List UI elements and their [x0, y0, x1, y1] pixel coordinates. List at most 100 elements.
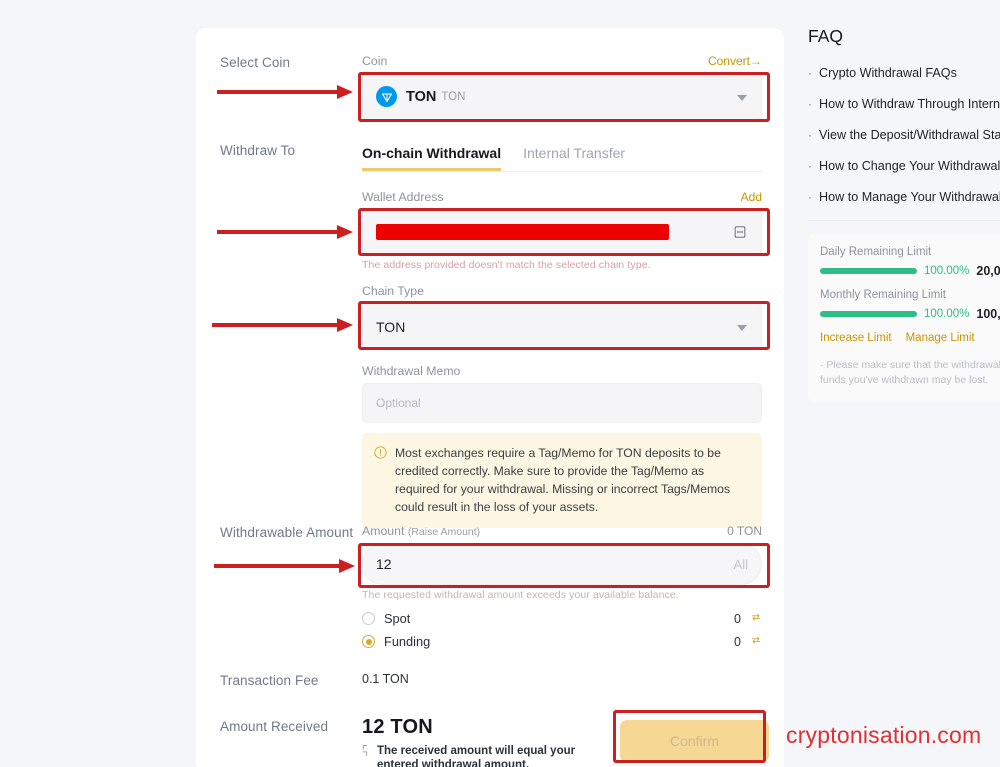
withdraw-mode-tabs: On-chain Withdrawal Internal Transfer	[362, 145, 762, 172]
arrow-right-icon: →	[750, 54, 762, 68]
faq-item-label: How to Manage Your Withdrawal Ac	[819, 190, 1000, 204]
daily-limit-bar	[820, 268, 917, 274]
refresh-icon[interactable]	[750, 611, 762, 626]
chain-type-value: TON	[376, 318, 406, 335]
limits-note-line-1: · Please make sure that the withdrawal a…	[820, 359, 1000, 371]
transaction-fee-value: 0.1 TON	[362, 672, 409, 686]
chain-type-label: Chain Type	[362, 284, 424, 298]
amount-input[interactable]: 12 All	[362, 543, 762, 585]
limits-card: Daily Remaining Limit 100.00% 20,00 Mont…	[808, 234, 1000, 402]
label-select-coin: Select Coin	[220, 55, 291, 70]
warning-icon	[374, 446, 387, 516]
bullet-icon: ·	[808, 190, 812, 204]
amount-sub-label: (Raise Amount)	[407, 526, 481, 538]
limits-note: · Please make sure that the withdrawal a…	[820, 358, 1000, 388]
bullet-icon: ·	[808, 66, 812, 80]
faq-item-label: How to Change Your Withdrawal Lir	[819, 159, 1000, 173]
limits-note-line-2: funds you've withdrawn may be lost.	[820, 374, 989, 386]
clipboard-paste-icon[interactable]	[733, 225, 747, 239]
bullet-icon: ·	[808, 159, 812, 173]
daily-limit-row: 100.00% 20,00	[820, 264, 1000, 278]
wallet-address-field: Wallet Address Add The address provided …	[362, 190, 762, 271]
faq-item-label: Crypto Withdrawal FAQs	[819, 66, 957, 80]
watermark: cryptonisation.com	[786, 722, 982, 748]
monthly-limit-row: 100.00% 100,0	[820, 307, 1000, 321]
bullet-icon: ·	[808, 97, 812, 111]
monthly-limit-value: 100,0	[976, 307, 1000, 321]
balance-source-spot-label: Spot	[384, 611, 411, 626]
monthly-limit-bar	[820, 311, 917, 317]
label-withdraw-to: Withdraw To	[220, 143, 296, 158]
amount-error: The requested withdrawal amount exceeds …	[362, 589, 679, 601]
return-arrow-icon	[362, 744, 373, 767]
coin-field-label: Coin	[362, 54, 388, 68]
daily-limit-label: Daily Remaining Limit	[820, 246, 932, 258]
faq-item-label: How to Withdraw Through Internal	[819, 97, 1000, 111]
increase-limit-link[interactable]: Increase Limit	[820, 332, 892, 344]
coin-name: TON	[406, 88, 437, 105]
add-address-link[interactable]: Add	[741, 190, 762, 204]
amount-value: 12	[376, 556, 392, 572]
manage-limit-link[interactable]: Manage Limit	[906, 332, 975, 344]
amount-available: 0 TON	[727, 524, 762, 538]
coin-select[interactable]: TON TON	[362, 73, 762, 120]
coin-ticker: TON	[441, 90, 466, 103]
amount-received-note: The received amount will equal your ente…	[362, 744, 610, 767]
amount-received-note-text: The received amount will equal your ente…	[377, 745, 576, 767]
withdrawal-memo-placeholder: Optional	[376, 396, 421, 410]
wallet-address-input[interactable]	[362, 209, 762, 255]
amount-field: Amount (Raise Amount) 0 TON 12 All The r…	[362, 524, 762, 653]
convert-link[interactable]: Convert→	[708, 54, 762, 68]
faq-title: FAQ	[808, 26, 844, 46]
ton-coin-icon	[376, 86, 397, 107]
amount-label: Amount (Raise Amount)	[362, 524, 481, 538]
balance-source-funding-value: 0	[734, 634, 741, 649]
faq-item-label: View the Deposit/Withdrawal Statu	[819, 128, 1000, 142]
label-withdrawable-amount: Withdrawable Amount	[220, 525, 354, 540]
amount-received-block: 12 TON The received amount will equal yo…	[362, 716, 632, 767]
radio-spot[interactable]	[362, 612, 375, 625]
monthly-limit-percent: 100.00%	[924, 308, 970, 320]
confirm-button[interactable]: Confirm	[620, 720, 769, 762]
withdrawal-memo-input[interactable]: Optional	[362, 383, 762, 423]
faq-item-1[interactable]: · How to Withdraw Through Internal	[808, 96, 1000, 112]
faq-divider	[808, 220, 1000, 221]
faq-item-3[interactable]: · How to Change Your Withdrawal Lir	[808, 158, 1000, 174]
daily-limit-percent: 100.00%	[924, 265, 970, 277]
refresh-icon[interactable]	[750, 634, 762, 649]
memo-notice-text: Most exchanges require a Tag/Memo for TO…	[395, 446, 731, 514]
chain-type-field: Chain Type TON	[362, 284, 762, 350]
faq-item-4[interactable]: · How to Manage Your Withdrawal Ac	[808, 189, 1000, 205]
balance-source-funding-label: Funding	[384, 634, 431, 649]
amount-all-button[interactable]: All	[734, 557, 748, 572]
wallet-address-label: Wallet Address	[362, 190, 444, 204]
faq-item-2[interactable]: · View the Deposit/Withdrawal Statu	[808, 127, 1000, 143]
tab-on-chain-withdrawal[interactable]: On-chain Withdrawal	[362, 145, 502, 171]
coin-field: Coin Convert→ TON TON	[362, 54, 762, 120]
bullet-icon: ·	[808, 128, 812, 142]
label-transaction-fee: Transaction Fee	[220, 673, 319, 688]
balance-source-spot-value: 0	[734, 611, 741, 626]
balance-source-list: Spot 0 Funding 0	[362, 607, 762, 653]
withdrawal-page: Select Coin Withdraw To Withdrawable Amo…	[0, 0, 1000, 767]
limit-links: Increase Limit Manage Limit	[820, 332, 1000, 344]
monthly-limit-label: Monthly Remaining Limit	[820, 289, 946, 301]
withdrawal-card: Select Coin Withdraw To Withdrawable Amo…	[196, 28, 784, 767]
radio-funding[interactable]	[362, 635, 375, 648]
label-amount-received: Amount Received	[220, 719, 329, 734]
faq-panel: FAQ · Crypto Withdrawal FAQs · How to Wi…	[808, 26, 1000, 402]
balance-source-spot[interactable]: Spot 0	[362, 607, 762, 630]
chevron-down-icon	[737, 324, 747, 331]
wallet-address-error: The address provided doesn't match the s…	[362, 259, 651, 271]
balance-source-funding[interactable]: Funding 0	[362, 630, 762, 653]
amount-received-value: 12 TON	[362, 716, 433, 738]
redacted-address-value	[376, 224, 669, 240]
withdrawal-memo-label: Withdrawal Memo	[362, 364, 461, 378]
chevron-down-icon	[737, 94, 747, 101]
chain-type-select[interactable]: TON	[362, 303, 762, 350]
memo-notice: Most exchanges require a Tag/Memo for TO…	[362, 433, 762, 528]
tab-internal-transfer[interactable]: Internal Transfer	[523, 145, 625, 171]
faq-item-0[interactable]: · Crypto Withdrawal FAQs	[808, 65, 1000, 81]
daily-limit-value: 20,00	[976, 264, 1000, 278]
withdrawal-memo-field: Withdrawal Memo Optional Most exchanges …	[362, 364, 762, 528]
